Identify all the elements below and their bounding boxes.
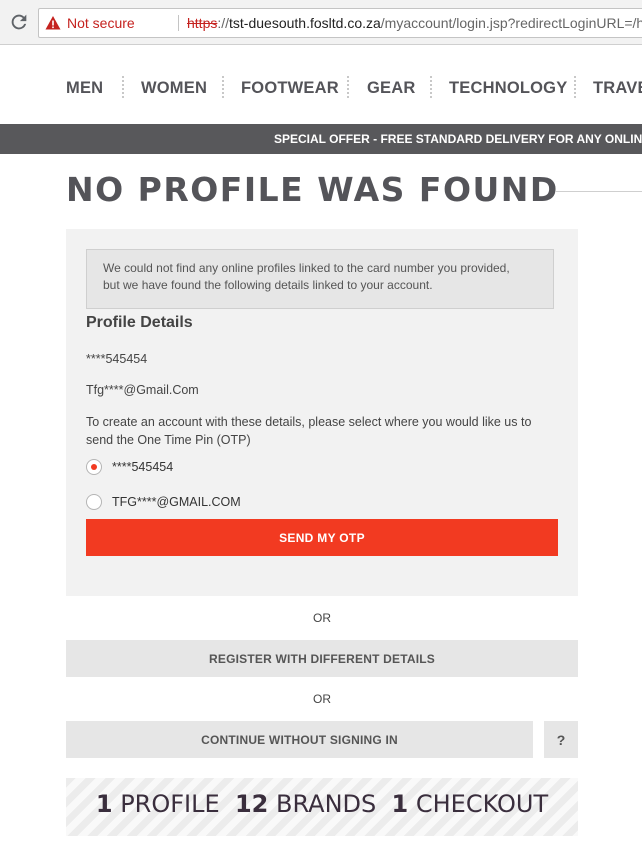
url-text: https://tst-duesouth.fosltd.co.za/myacco… (187, 9, 642, 37)
banner-word: CHECKOUT (415, 790, 549, 818)
nav-item-women[interactable]: WOMEN (141, 79, 207, 98)
radio-label: TFG****@GMAIL.COM (112, 495, 241, 509)
url-path: /myaccount/login.jsp?redirectLoginURL=/h… (380, 15, 642, 31)
help-button[interactable]: ? (544, 721, 578, 758)
not-secure-label[interactable]: Not secure (67, 9, 135, 37)
promo-image-banner: 1 PROFILE 12 BRANDS 1 CHECKOUT (66, 778, 578, 836)
banner-number: 1 (95, 790, 113, 818)
otp-option-phone[interactable]: ****545454 (86, 457, 173, 477)
nav-divider (347, 76, 349, 98)
notice-line: but we have found the following details … (103, 278, 433, 292)
notice-message: We could not find any online profiles li… (86, 249, 554, 309)
otp-option-email[interactable]: TFG****@GMAIL.COM (86, 492, 241, 512)
url-host: tst-duesouth.fosltd.co.za (229, 15, 381, 31)
section-title: Profile Details (86, 314, 193, 331)
or-separator: OR (313, 692, 331, 706)
title-divider (556, 191, 642, 192)
notice-line: We could not find any online profiles li… (103, 261, 510, 275)
url-separator: :// (217, 15, 230, 31)
radio-button-selected[interactable] (86, 459, 102, 475)
masked-phone: ****545454 (86, 352, 148, 366)
page-title: NO PROFILE WAS FOUND (66, 170, 559, 209)
omnibox-divider (178, 15, 179, 31)
otp-instructions: To create an account with these details,… (86, 415, 532, 447)
banner-word: BRANDS (275, 790, 377, 818)
url-protocol: https (187, 15, 218, 31)
continue-without-signin-button[interactable]: CONTINUE WITHOUT SIGNING IN (66, 721, 533, 758)
masked-email: Tfg****@Gmail.Com (86, 383, 199, 397)
banner-number: 1 (391, 790, 409, 818)
nav-divider (122, 76, 124, 98)
nav-item-men[interactable]: MEN (66, 79, 103, 98)
url-field[interactable]: Not secure https://tst-duesouth.fosltd.c… (38, 8, 642, 38)
register-button[interactable]: REGISTER WITH DIFFERENT DETAILS (66, 640, 578, 677)
radio-button[interactable] (86, 494, 102, 510)
nav-item-footwear[interactable]: FOOTWEAR (241, 79, 339, 98)
banner-number: 12 (234, 790, 269, 818)
nav-divider (574, 76, 576, 98)
reload-icon[interactable] (8, 11, 30, 33)
profile-card: We could not find any online profiles li… (66, 229, 578, 596)
or-separator: OR (313, 611, 331, 625)
nav-item-travel[interactable]: TRAVEL (593, 79, 642, 98)
browser-address-bar: Not secure https://tst-duesouth.fosltd.c… (0, 0, 642, 45)
promo-text: SPECIAL OFFER - FREE STANDARD DELIVERY F… (274, 132, 642, 146)
radio-label: ****545454 (112, 460, 174, 474)
send-otp-button[interactable]: SEND MY OTP (86, 519, 558, 556)
warning-icon[interactable] (45, 15, 61, 31)
banner-word: PROFILE (120, 790, 220, 818)
nav-divider (222, 76, 224, 98)
main-navigation: MEN WOMEN FOOTWEAR GEAR TECHNOLOGY TRAVE… (0, 46, 642, 124)
promo-banner: SPECIAL OFFER - FREE STANDARD DELIVERY F… (0, 124, 642, 154)
nav-divider (430, 76, 432, 98)
nav-item-technology[interactable]: TECHNOLOGY (449, 79, 567, 98)
nav-item-gear[interactable]: GEAR (367, 79, 415, 98)
banner-text: 1 PROFILE 12 BRANDS 1 CHECKOUT (66, 790, 578, 818)
